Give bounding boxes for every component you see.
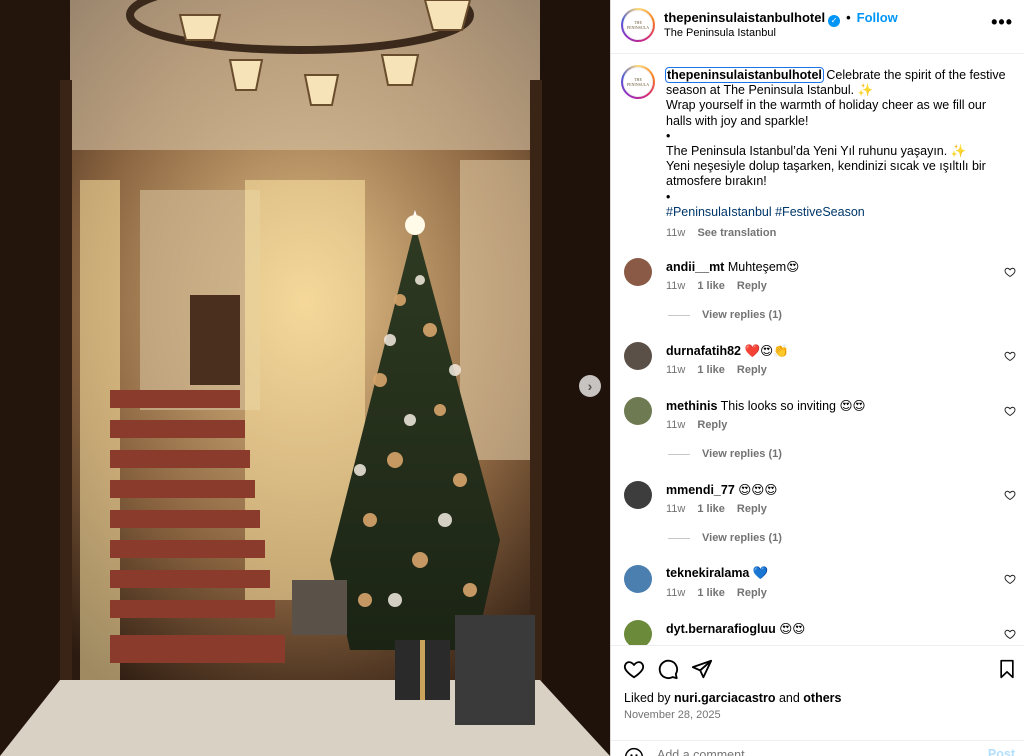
comment-time[interactable]: 11w — [666, 364, 685, 376]
comment-text: This looks so inviting 😍😍 — [720, 399, 866, 413]
comment-item: teknekiralama 💙 11w 1 like Reply — [611, 565, 1024, 605]
comment-item: dyt.bernarafiogluu 😍😍 — [611, 620, 1024, 645]
reply-button[interactable]: Reply — [737, 587, 767, 599]
commenter-avatar[interactable] — [624, 342, 652, 370]
comment-likes[interactable]: 1 like — [697, 587, 725, 599]
view-replies-button[interactable]: View replies (1) — [668, 309, 782, 321]
like-comment-heart-icon[interactable] — [1004, 405, 1016, 417]
share-send-icon[interactable] — [691, 658, 713, 680]
comment-likes[interactable]: 1 like — [697, 364, 725, 376]
caption-username[interactable]: thepeninsulaistanbulhotel — [665, 67, 824, 83]
like-comment-heart-icon[interactable] — [1004, 350, 1016, 362]
post-date[interactable]: November 28, 2025 — [624, 709, 721, 721]
post-location[interactable]: The Peninsula Istanbul — [664, 27, 776, 39]
post-details-panel: THE PENINSULA thepeninsulaistanbulhotel ✓… — [610, 0, 1024, 756]
commenter-username[interactable]: methinis — [666, 399, 717, 413]
follow-button[interactable]: Follow — [857, 10, 898, 25]
comment-likes[interactable]: 1 like — [697, 280, 725, 292]
verified-badge-icon: ✓ — [828, 15, 841, 27]
post-comment-button[interactable]: Post — [988, 747, 1015, 756]
comment-time[interactable]: 11w — [666, 419, 685, 431]
liked-by-text: Liked by nuri.garciacastro and others — [624, 691, 841, 705]
caption-avatar[interactable]: THE PENINSULA — [621, 65, 655, 99]
add-comment-bar: Post — [611, 740, 1024, 756]
comment-item: methinis This looks so inviting 😍😍 11w Re… — [611, 397, 1024, 437]
author-username[interactable]: thepeninsulaistanbulhotel — [664, 10, 825, 25]
caption-line-3: The Peninsula Istanbul’da Yeni Yıl ruhun… — [666, 144, 967, 159]
caption-bullet-2: • — [666, 189, 671, 204]
comment-text: 😍😍😍 — [738, 483, 778, 497]
caption-hashtags[interactable]: #PeninsulaIstanbul #FestiveSeason — [666, 205, 865, 219]
comment-item: durnafatih82 ❤️😍👏 11w 1 like Reply — [611, 342, 1024, 382]
comment-likes[interactable]: 1 like — [697, 503, 725, 515]
post-caption: thepeninsulaistanbulhotel Celebrate the … — [665, 67, 1011, 241]
post-photo[interactable]: › — [0, 0, 610, 756]
caption-bullet-1: • — [666, 128, 671, 143]
reply-button[interactable]: Reply — [737, 364, 767, 376]
liked-by-others[interactable]: others — [803, 691, 841, 705]
comment-item: mmendi_77 😍😍😍 11w 1 like Reply — [611, 481, 1024, 521]
save-bookmark-icon[interactable] — [997, 658, 1017, 680]
comment-item: andii__mt Muhteşem😍 11w 1 like Reply — [611, 258, 1024, 298]
commenter-username[interactable]: teknekiralama — [666, 566, 749, 580]
comment-time[interactable]: 11w — [666, 280, 685, 292]
commenter-avatar[interactable] — [624, 258, 652, 286]
commenter-username[interactable]: durnafatih82 — [666, 344, 741, 358]
commenter-username[interactable]: mmendi_77 — [666, 483, 735, 497]
emoji-smiley-icon[interactable] — [624, 747, 644, 756]
more-options-icon[interactable]: ••• — [991, 12, 1013, 33]
comment-text: 😍😍 — [779, 622, 806, 636]
reply-button[interactable]: Reply — [737, 503, 767, 515]
commenter-avatar[interactable] — [624, 481, 652, 509]
commenter-avatar[interactable] — [624, 397, 652, 425]
view-replies-button[interactable]: View replies (1) — [668, 532, 782, 544]
commenter-username[interactable]: dyt.bernarafiogluu — [666, 622, 776, 636]
commenter-avatar[interactable] — [624, 620, 652, 645]
comment-time[interactable]: 11w — [666, 587, 685, 599]
post-actions: Liked by nuri.garciacastro and others No… — [611, 645, 1024, 756]
peninsula-logo-icon: THE PENINSULA — [623, 10, 653, 40]
like-heart-icon[interactable] — [623, 658, 645, 680]
liked-by-and: and — [775, 691, 804, 705]
comment-input[interactable] — [657, 745, 957, 756]
comment-time[interactable]: 11w — [666, 503, 685, 515]
comments-scroll-area[interactable]: THE PENINSULA thepeninsulaistanbulhotel … — [611, 55, 1024, 645]
like-comment-heart-icon[interactable] — [1004, 489, 1016, 501]
like-comment-heart-icon[interactable] — [1004, 266, 1016, 278]
reply-button[interactable]: Reply — [737, 280, 767, 292]
comment-text: Muhteşem😍 — [727, 260, 800, 274]
caption-line-2: Wrap yourself in the warmth of holiday c… — [666, 98, 987, 128]
comment-text: 💙 — [752, 566, 769, 580]
post-header: THE PENINSULA thepeninsulaistanbulhotel ✓… — [611, 0, 1024, 54]
reply-button[interactable]: Reply — [697, 419, 727, 431]
view-replies-button[interactable]: View replies (1) — [668, 448, 782, 460]
like-comment-heart-icon[interactable] — [1004, 573, 1016, 585]
author-avatar[interactable]: THE PENINSULA — [621, 8, 655, 42]
festive-staircase-photo — [0, 0, 610, 756]
caption-line-4: Yeni neşesiyle dolup taşarken, kendinizi… — [666, 159, 986, 189]
like-comment-heart-icon[interactable] — [1004, 628, 1016, 640]
caption-time[interactable]: 11w — [666, 227, 685, 239]
comment-bubble-icon[interactable] — [657, 658, 679, 680]
commenter-username[interactable]: andii__mt — [666, 260, 724, 274]
see-translation-button[interactable]: See translation — [697, 227, 776, 239]
peninsula-logo-icon: THE PENINSULA — [623, 67, 653, 97]
liked-by-prefix: Liked by — [624, 691, 675, 705]
commenter-avatar[interactable] — [624, 565, 652, 593]
comment-text: ❤️😍👏 — [744, 344, 789, 358]
carousel-next-button[interactable]: › — [579, 375, 601, 397]
liked-by-user[interactable]: nuri.garciacastro — [674, 691, 775, 705]
dot-separator: • — [846, 10, 851, 25]
